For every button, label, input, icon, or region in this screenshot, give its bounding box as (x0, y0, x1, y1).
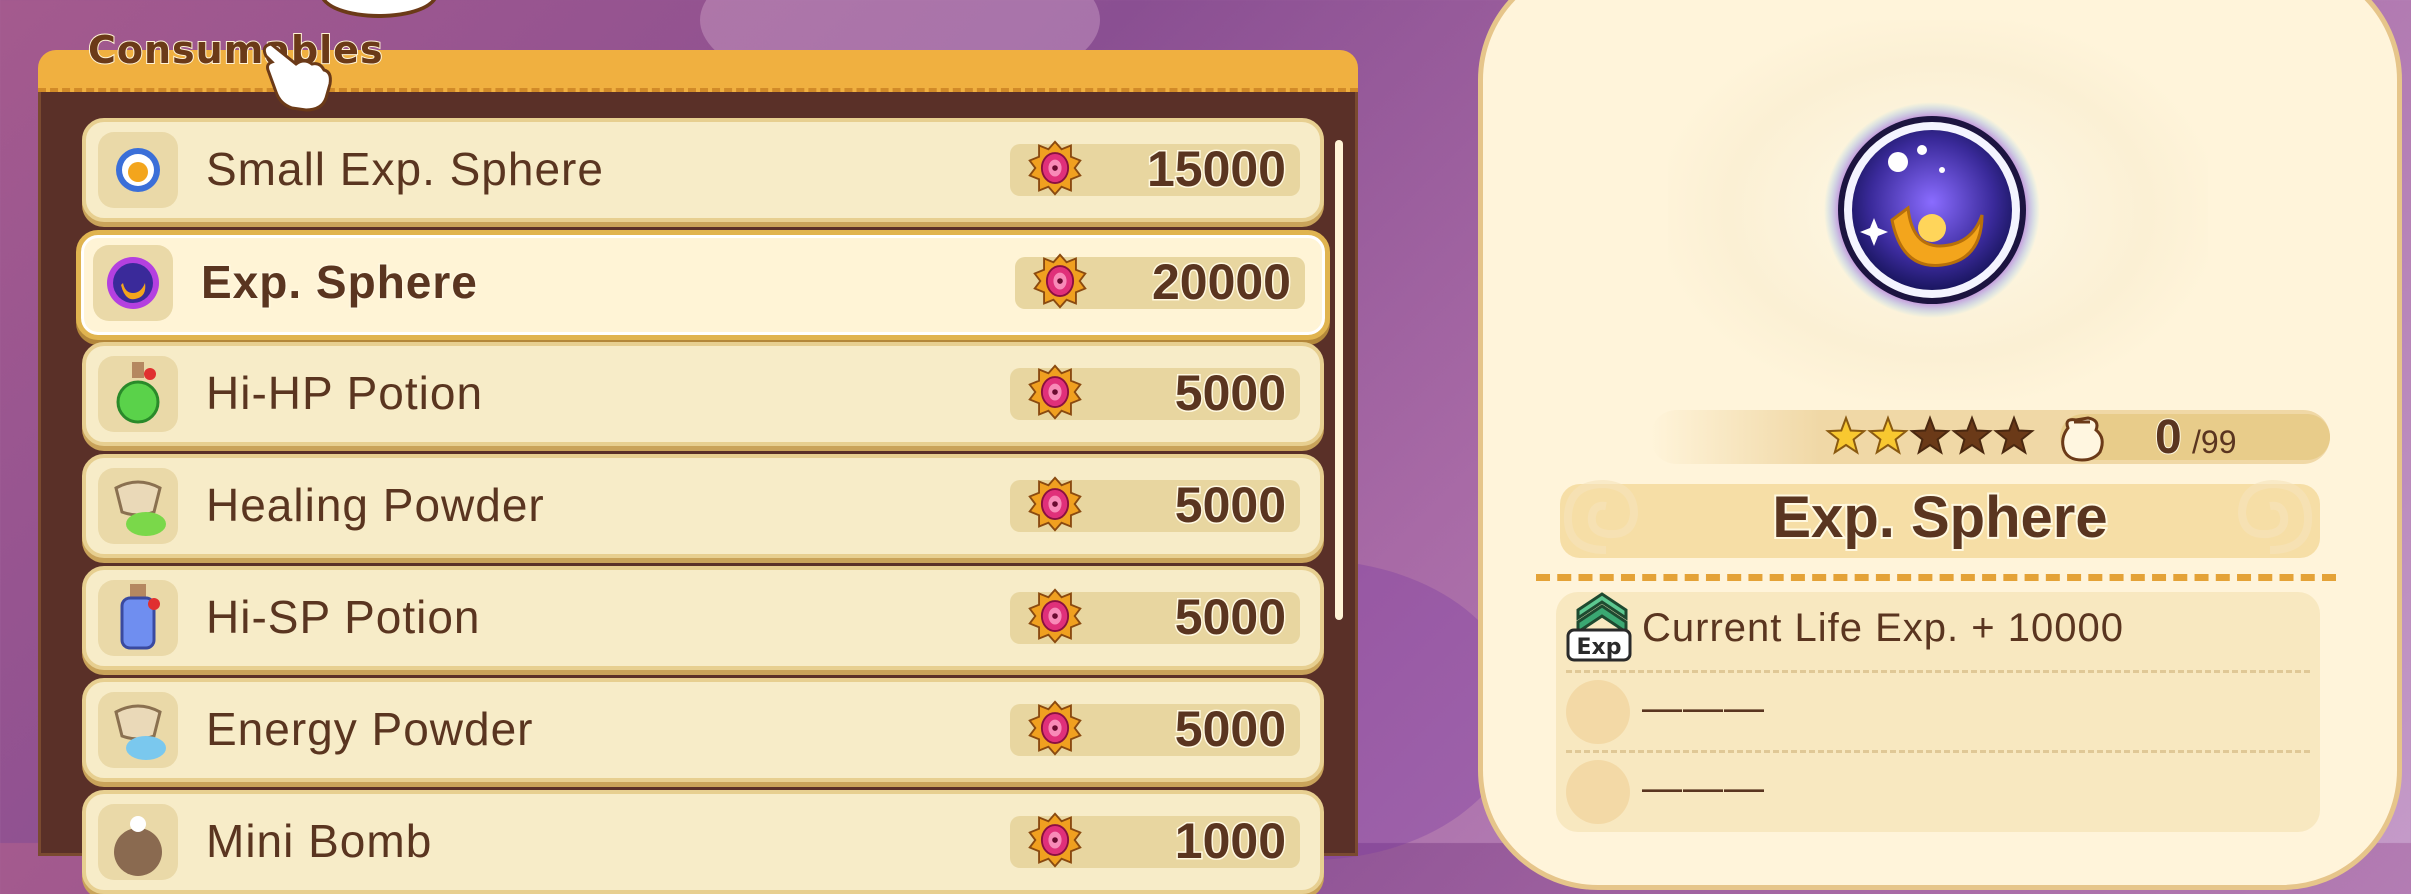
item-row[interactable]: Hi-HP Potion 5000 (82, 342, 1324, 446)
effect-text: Current Life Exp. + 10000 (1642, 606, 2124, 650)
blue-potion-icon (120, 584, 160, 650)
detail-divider (1536, 574, 2336, 581)
green-powder-bag-icon (114, 480, 166, 536)
detail-item-name: Exp. Sphere (1770, 483, 2109, 552)
item-price: 1000 (1173, 812, 1287, 871)
exp-sphere-large-icon (1824, 102, 2040, 318)
currency-coin-icon (1028, 700, 1082, 756)
item-icon-box (98, 804, 178, 880)
effect-row: Exp Current Life Exp. + 10000 (1566, 592, 2310, 666)
item-name: Healing Powder (206, 479, 545, 531)
item-icon-box (98, 132, 178, 208)
star-empty-icon (1909, 415, 1951, 455)
star-filled-icon (1867, 415, 1909, 455)
owned-max: /99 (2192, 424, 2237, 460)
effect-row: ——— (1566, 672, 2310, 746)
svg-text:Exp: Exp (1577, 635, 1622, 660)
empty-effect-slot-icon (1566, 680, 1630, 744)
empty-effect-slot-icon (1566, 760, 1630, 824)
item-price: 15000 (1145, 140, 1287, 199)
item-row[interactable]: Energy Powder 5000 (82, 678, 1324, 782)
item-name: Small Exp. Sphere (206, 143, 604, 195)
currency-coin-icon (1028, 476, 1082, 532)
exp-up-icon: Exp (1566, 592, 1632, 662)
star-empty-icon (1951, 415, 1993, 455)
inventory-bag-icon (2061, 416, 2104, 462)
currency-coin-icon (1028, 364, 1082, 420)
item-name: Hi-HP Potion (206, 367, 484, 419)
item-price: 5000 (1173, 700, 1287, 759)
green-potion-icon (116, 362, 160, 424)
item-name: Exp. Sphere (200, 255, 479, 310)
star-empty-icon (1993, 415, 2035, 455)
effect-text: ——— (1642, 686, 1765, 730)
item-icon-box (98, 580, 178, 656)
item-row[interactable]: Mini Bomb 1000 (82, 790, 1324, 894)
pointer-hand-icon (262, 42, 332, 112)
item-icon-box (98, 356, 178, 432)
item-row[interactable]: Healing Powder 5000 (82, 454, 1324, 558)
item-icon-box (93, 245, 173, 321)
owned-count: 0 (2154, 410, 2183, 465)
item-name: Mini Bomb (206, 815, 433, 867)
currency-coin-icon (1033, 253, 1087, 309)
item-icon-box (98, 692, 178, 768)
list-scrollbar[interactable] (1335, 140, 1343, 620)
item-price: 20000 (1150, 253, 1292, 312)
item-price: 5000 (1173, 476, 1287, 535)
top-decoration (320, 0, 438, 18)
small-exp-sphere-icon (116, 148, 160, 192)
item-name: Hi-SP Potion (206, 591, 481, 643)
item-name: Energy Powder (206, 703, 534, 755)
currency-coin-icon (1028, 588, 1082, 644)
rarity-stars (1825, 415, 2035, 455)
item-row[interactable]: Hi-SP Potion 5000 (82, 566, 1324, 670)
bomb-icon (114, 816, 162, 876)
currency-coin-icon (1028, 140, 1082, 196)
star-filled-icon (1825, 415, 1867, 455)
currency-coin-icon (1028, 812, 1082, 868)
item-row[interactable]: Exp. Sphere 20000 (76, 230, 1330, 340)
item-row[interactable]: Small Exp. Sphere 15000 (82, 118, 1324, 222)
blue-powder-bag-icon (114, 704, 166, 760)
item-price: 5000 (1173, 364, 1287, 423)
item-icon-box (98, 468, 178, 544)
effect-row: ——— (1566, 752, 2310, 826)
item-price: 5000 (1173, 588, 1287, 647)
category-title: Consumables (87, 27, 384, 73)
exp-sphere-icon (107, 257, 159, 309)
effect-text: ——— (1642, 766, 1765, 810)
